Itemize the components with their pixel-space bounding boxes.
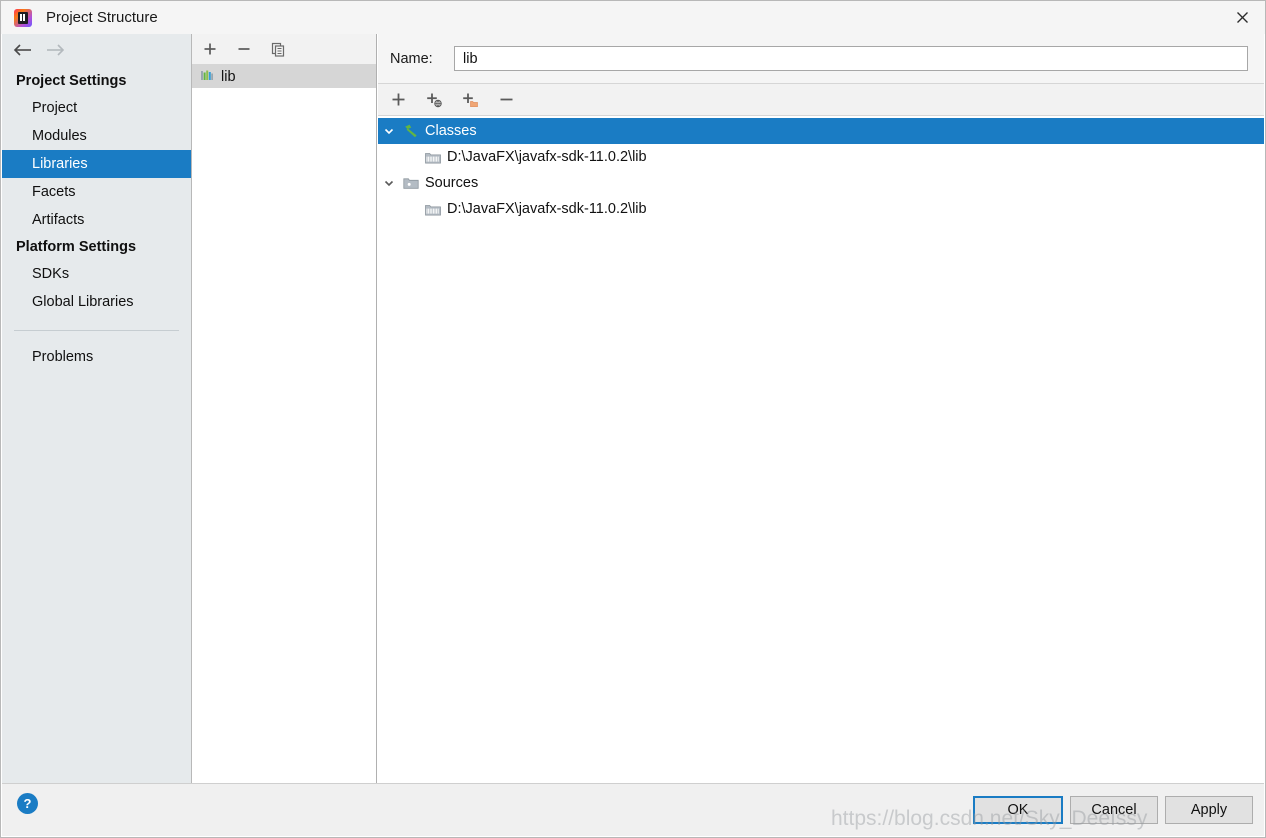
apply-button[interactable]: Apply bbox=[1165, 796, 1253, 824]
sidebar-item-sdks[interactable]: SDKs bbox=[2, 260, 191, 288]
dialog-button-group: OK Cancel Apply bbox=[973, 796, 1253, 824]
sidebar-item-artifacts[interactable]: Artifacts bbox=[2, 206, 191, 234]
add-from-url-button[interactable] bbox=[424, 90, 444, 110]
hammer-icon bbox=[400, 123, 422, 139]
sidebar-group-platform-settings: Platform Settings bbox=[16, 239, 137, 255]
sidebar-item-problems[interactable]: Problems bbox=[2, 343, 191, 371]
sidebar-item-global-libraries[interactable]: Global Libraries bbox=[2, 288, 191, 316]
close-icon[interactable] bbox=[1219, 1, 1265, 33]
library-list-panel: lib bbox=[192, 34, 377, 786]
cancel-button[interactable]: Cancel bbox=[1070, 796, 1158, 824]
roots-toolbar bbox=[378, 83, 1264, 116]
forward-arrow-icon[interactable] bbox=[46, 43, 66, 60]
settings-sidebar: Project Settings Project Modules Librari… bbox=[2, 34, 192, 786]
archive-icon bbox=[422, 150, 444, 164]
tree-node-sources[interactable]: Sources bbox=[378, 170, 1264, 196]
library-detail-panel: Name: lib Classes D:\JavaFX\javafx-sdk-1… bbox=[378, 34, 1264, 786]
remove-library-button[interactable] bbox=[234, 39, 254, 59]
archive-icon bbox=[422, 202, 444, 216]
tree-node-label: D:\JavaFX\javafx-sdk-11.0.2\lib bbox=[447, 149, 647, 165]
intellij-idea-icon bbox=[14, 8, 32, 27]
copy-library-button[interactable] bbox=[268, 39, 288, 59]
chevron-down-icon[interactable] bbox=[378, 125, 400, 137]
add-root-button[interactable] bbox=[388, 90, 408, 110]
back-arrow-icon[interactable] bbox=[12, 43, 32, 60]
add-directory-button[interactable] bbox=[460, 90, 480, 110]
remove-root-button[interactable] bbox=[496, 90, 516, 110]
project-structure-dialog: Project Structure Project Settings Proje… bbox=[0, 0, 1266, 838]
library-list-toolbar bbox=[192, 34, 376, 65]
sidebar-item-facets[interactable]: Facets bbox=[2, 178, 191, 206]
sidebar-item-libraries[interactable]: Libraries bbox=[2, 150, 191, 178]
sidebar-item-project[interactable]: Project bbox=[2, 94, 191, 122]
help-icon[interactable]: ? bbox=[17, 793, 38, 814]
window-title: Project Structure bbox=[46, 9, 158, 26]
name-input[interactable] bbox=[454, 46, 1248, 71]
tree-node-label: D:\JavaFX\javafx-sdk-11.0.2\lib bbox=[447, 201, 647, 217]
navigation-arrows bbox=[2, 34, 191, 68]
library-icon bbox=[200, 68, 214, 85]
sidebar-divider bbox=[14, 330, 179, 331]
tree-node-label: Sources bbox=[425, 175, 479, 191]
library-roots-tree: Classes D:\JavaFX\javafx-sdk-11.0.2\lib … bbox=[378, 116, 1264, 222]
list-item[interactable]: lib bbox=[192, 65, 376, 88]
title-bar: Project Structure bbox=[1, 1, 1265, 34]
tree-node-label: Classes bbox=[425, 123, 477, 139]
sidebar-item-modules[interactable]: Modules bbox=[2, 122, 191, 150]
name-row: Name: bbox=[378, 34, 1264, 83]
name-label: Name: bbox=[390, 50, 433, 67]
dialog-footer: ? OK Cancel Apply bbox=[2, 783, 1264, 836]
ok-button[interactable]: OK bbox=[973, 796, 1063, 824]
tree-node-classes[interactable]: Classes bbox=[378, 118, 1264, 144]
tree-node-classes-path[interactable]: D:\JavaFX\javafx-sdk-11.0.2\lib bbox=[378, 144, 1264, 170]
library-name-label: lib bbox=[221, 68, 236, 85]
add-library-button[interactable] bbox=[200, 39, 220, 59]
tree-node-sources-path[interactable]: D:\JavaFX\javafx-sdk-11.0.2\lib bbox=[378, 196, 1264, 222]
chevron-down-icon[interactable] bbox=[378, 177, 400, 189]
sidebar-group-project-settings: Project Settings bbox=[16, 73, 127, 89]
folder-icon bbox=[400, 176, 422, 190]
